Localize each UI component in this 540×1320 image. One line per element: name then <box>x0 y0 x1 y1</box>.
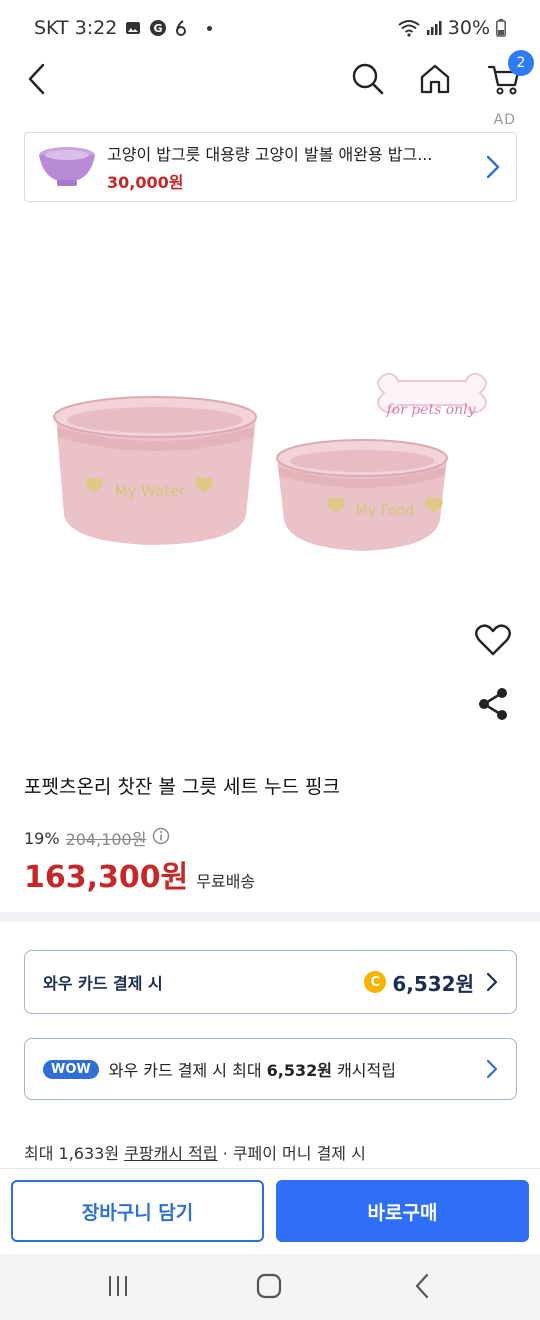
share-button[interactable] <box>473 684 513 724</box>
back-icon <box>28 63 45 95</box>
original-price: 204,100원 <box>65 830 147 849</box>
wow-cashback-benefit[interactable]: WOW 와우 카드 결제 시 최대 6,532원 캐시적립 <box>24 1038 517 1100</box>
wow-card-benefit[interactable]: 와우 카드 결제 시 C 6,532원 <box>24 950 517 1014</box>
brand-logo: for pets only <box>377 372 487 418</box>
six-icon <box>175 19 187 37</box>
signal-icon <box>426 20 442 36</box>
water-bowl-label: My Water <box>115 482 187 500</box>
add-to-cart-button[interactable]: 장바구니 담기 <box>11 1180 264 1242</box>
ad-thumbnail <box>31 139 103 195</box>
notification-dot <box>207 25 213 31</box>
recent-apps-icon <box>109 1276 127 1296</box>
discount-rate: 19% <box>24 828 60 848</box>
product-title: 포펫츠온리 찻잔 볼 그릇 세트 누드 핑크 <box>24 776 340 798</box>
coupang-cash-link[interactable]: 쿠팡캐시 적립 <box>124 1144 217 1163</box>
back-button[interactable] <box>14 56 58 102</box>
ad-label: AD <box>493 112 516 128</box>
heart-icon <box>475 624 511 656</box>
recent-apps-button[interactable] <box>98 1268 138 1304</box>
buy-now-button[interactable]: 바로구매 <box>276 1180 529 1242</box>
system-back-button[interactable] <box>402 1268 442 1304</box>
image-icon <box>125 20 141 36</box>
card-benefit-label: 와우 카드 결제 시 <box>43 974 163 993</box>
share-icon <box>479 688 507 720</box>
search-button[interactable] <box>346 56 390 102</box>
top-nav: 2 <box>0 50 540 102</box>
system-nav-bar <box>0 1254 540 1320</box>
system-home-button[interactable] <box>249 1268 289 1304</box>
card-benefit-amount: 6,532원 <box>392 971 474 996</box>
wifi-icon <box>398 19 420 37</box>
section-divider <box>0 912 540 922</box>
ad-price: 30,000원 <box>107 173 184 192</box>
product-image[interactable]: My Water My Food for pets only <box>0 215 540 745</box>
g-icon: G <box>149 19 167 37</box>
ad-banner[interactable]: 고양이 밥그릇 대용량 고양이 발볼 애완용 밥그... 30,000원 <box>24 132 517 202</box>
shipping-label: 무료배송 <box>196 872 256 891</box>
back-arrow-icon <box>415 1273 429 1299</box>
search-icon <box>352 63 384 95</box>
info-icon[interactable] <box>152 827 170 849</box>
battery-icon <box>496 19 506 37</box>
water-bowl <box>53 396 257 545</box>
price-row: 163,300원 무료배송 <box>24 852 255 896</box>
sale-price: 163,300원 <box>24 860 189 895</box>
cash-reward-row: 최대 1,633원 쿠팡캐시 적립 · 쿠페이 머니 결제 시 <box>24 1144 366 1163</box>
food-bowl-label: My Food <box>356 503 414 519</box>
ad-title: 고양이 밥그릇 대용량 고양이 발볼 애완용 밥그... <box>107 145 433 164</box>
wishlist-button[interactable] <box>473 620 513 660</box>
cashback-text: 와우 카드 결제 시 최대 6,532원 캐시적립 <box>108 1061 396 1080</box>
bottom-action-bar: 장바구니 담기 바로구매 <box>0 1168 540 1254</box>
chevron-right-icon <box>486 1059 498 1079</box>
home-icon <box>420 64 450 94</box>
chevron-right-icon <box>486 155 500 179</box>
home-outline-icon <box>256 1273 282 1299</box>
status-bar: SKT 3:22 G 30% <box>0 0 540 56</box>
cart-button[interactable]: 2 <box>482 50 534 102</box>
wow-badge: WOW <box>43 1059 99 1079</box>
coin-icon: C <box>364 971 387 993</box>
discount-row: 19% 204,100원 <box>24 826 170 850</box>
carrier-time: SKT 3:22 <box>34 17 118 39</box>
home-button[interactable] <box>413 56 457 102</box>
svg-text:G: G <box>154 22 163 35</box>
food-bowl <box>276 439 448 551</box>
battery-percent: 30% <box>447 17 490 39</box>
chevron-right-icon <box>486 972 498 992</box>
cart-count-badge: 2 <box>508 50 534 76</box>
logo-text: for pets only <box>385 402 476 418</box>
